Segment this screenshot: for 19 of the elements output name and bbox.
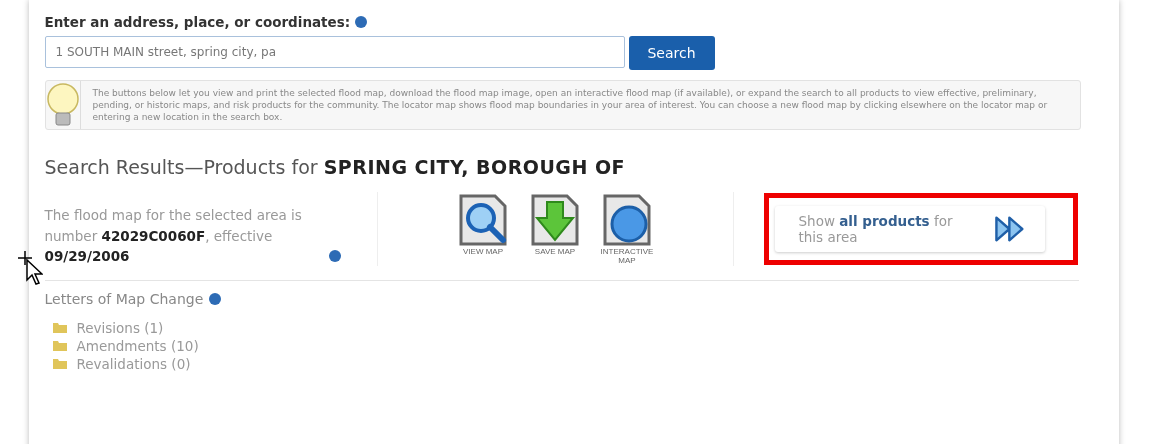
help-icon[interactable] [355, 16, 368, 28]
map-button[interactable]: INTERACTIVE MAP [594, 192, 660, 266]
folder-icon [52, 359, 67, 369]
results-title: Search Results—Products for SPRING CITY, BOROUGH OF [44, 156, 627, 179]
map-button[interactable]: VIEW MAP [450, 192, 516, 266]
lightbulb-icon [45, 82, 80, 129]
map-button[interactable]: SAVE MAP [522, 192, 588, 266]
flood-map-text: The flood map for the selected area is number 42029C0060F, effective 09/29/2006 [44, 206, 303, 266]
info-text: The buttons below let you view and print the selected flood map, download the flood map image, open an interactive flood map (if available), or expand the search to all products to view effective, preliminary, pending, or historic maps, and risk products for the community. The locator map shows flood map boundaries in your area of interest. You can choose a new flood map by clicking elsewhere on the locator map or entering a new location in the search box. [91, 87, 1049, 125]
lomc-title: Letters of Map Change [44, 291, 204, 307]
search-button[interactable]: Search [628, 36, 715, 70]
help-icon[interactable] [328, 250, 341, 262]
folder-icon [52, 323, 67, 333]
all-products-button[interactable]: Show all products for this area [774, 206, 1045, 253]
help-icon[interactable] [209, 293, 222, 305]
address-field[interactable]: 1 SOUTH MAIN street, spring city, pa [44, 36, 625, 68]
cursor-icon [16, 250, 43, 286]
folder-icon [52, 341, 67, 351]
address-label: Enter an address, place, or coordinates: [44, 14, 351, 30]
